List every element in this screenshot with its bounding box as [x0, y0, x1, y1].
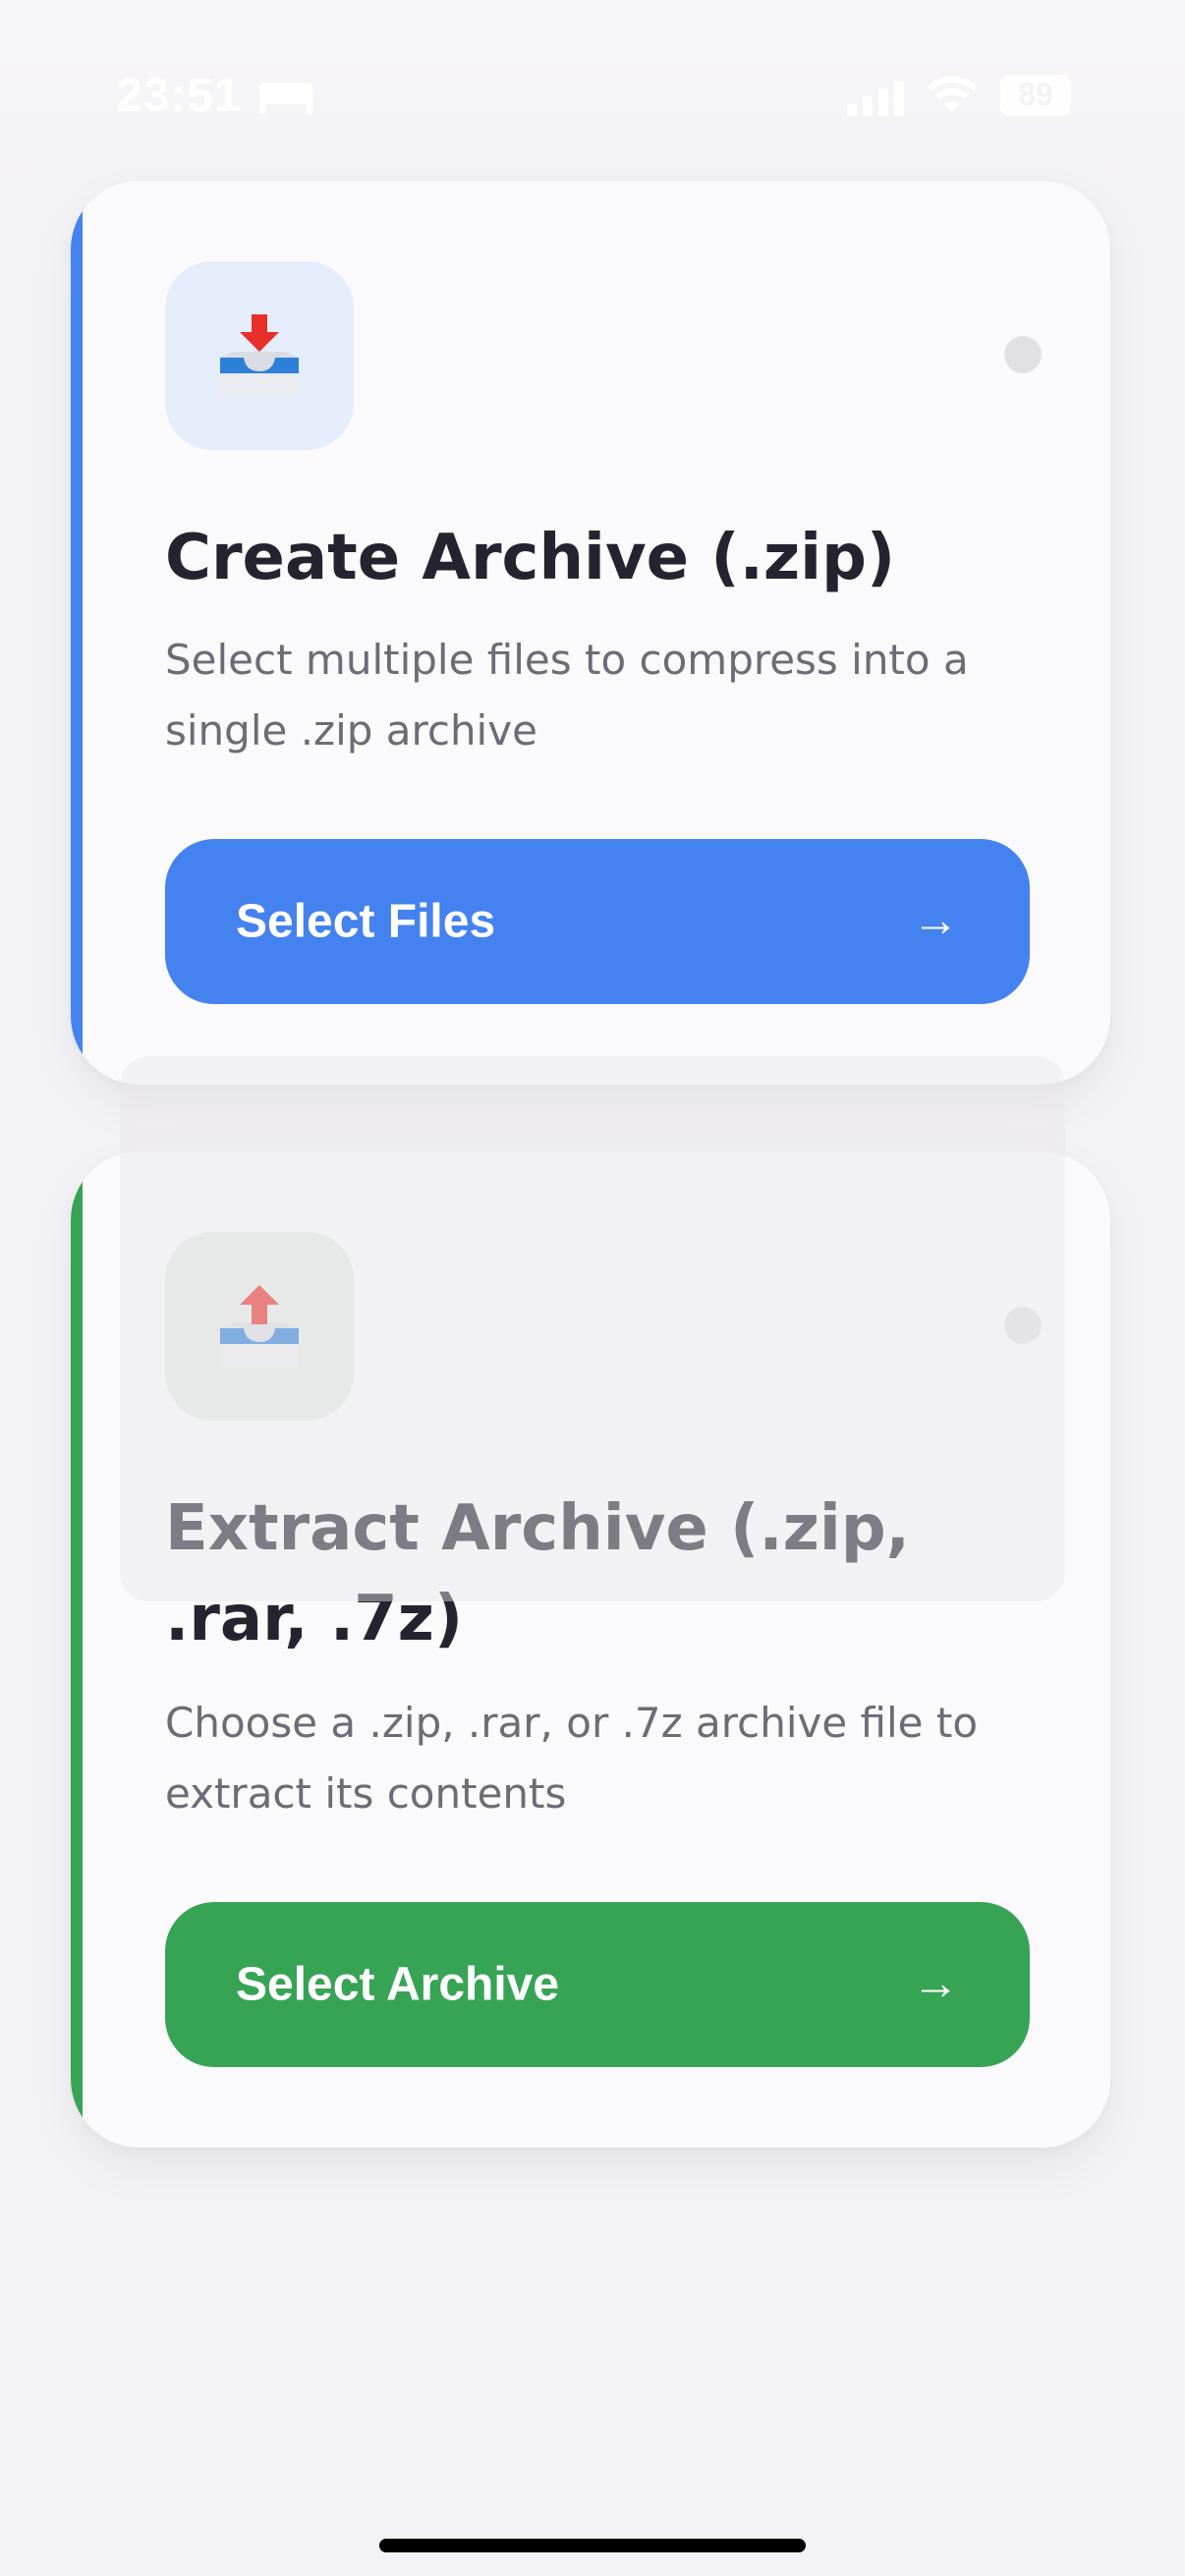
overlay-sheet	[120, 1056, 1065, 1601]
card-title: Create Archive (.zip)	[165, 522, 896, 594]
wifi-icon	[927, 76, 978, 112]
card-accent-bar	[71, 1151, 83, 2148]
battery-icon: 89	[1000, 75, 1071, 116]
create-archive-card: Create Archive (.zip) Select multiple fi…	[71, 181, 1110, 1085]
button-label: Select Files	[236, 895, 496, 948]
card-accent-bar	[71, 181, 83, 1085]
status-time: 23:51	[116, 70, 242, 122]
home-indicator[interactable]	[379, 2539, 806, 2552]
arrow-right-icon: →	[912, 894, 959, 947]
arrow-right-icon: →	[912, 1957, 959, 2010]
battery-level: 89	[1018, 77, 1053, 112]
status-bar: 23:51 89	[0, 0, 1185, 187]
card-description: Choose a .zip, .rar, or .7z archive file…	[165, 1699, 979, 1818]
card-description: Select multiple files to compress into a…	[165, 636, 969, 755]
button-label: Select Archive	[236, 1958, 560, 2011]
signal-icon	[847, 81, 904, 116]
bed-icon	[259, 83, 312, 114]
status-dot	[1004, 336, 1042, 373]
inbox-download-icon	[220, 314, 299, 397]
create-archive-icon-tile	[165, 261, 354, 450]
select-files-button[interactable]: Select Files →	[165, 839, 1030, 1004]
select-archive-button[interactable]: Select Archive →	[165, 1902, 1030, 2067]
